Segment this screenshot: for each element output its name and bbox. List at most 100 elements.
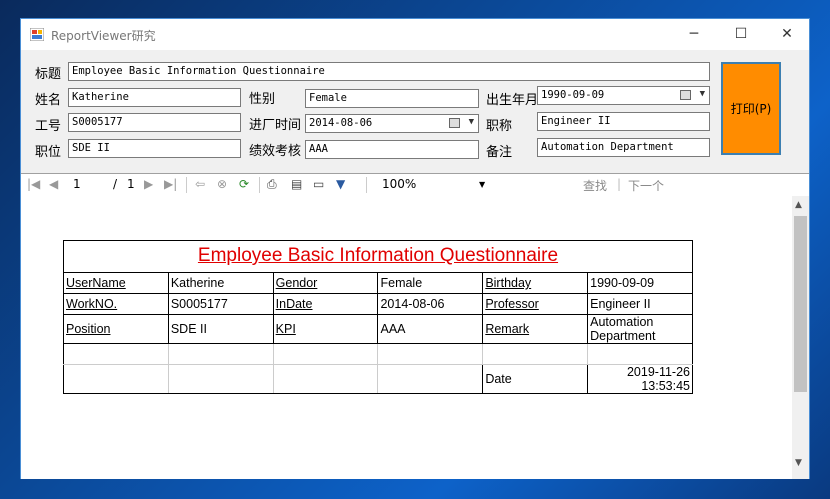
indate-date-value: 2014-08-06 (309, 117, 373, 129)
refresh-icon[interactable]: ⟳ (239, 177, 249, 191)
table-cell: 1990-09-09 (587, 272, 693, 294)
maximize-button[interactable]: ☐ (718, 19, 764, 50)
close-button[interactable]: ✕ (764, 19, 810, 50)
table-cell: Engineer II (587, 293, 693, 315)
table-row (63, 343, 693, 365)
table-cell: Gendor (272, 272, 379, 294)
date-value: 2019-11-26 13:53:45 (587, 364, 693, 394)
date-label: Date (482, 364, 589, 394)
title-input[interactable]: Employee Basic Information Questionnaire (68, 62, 710, 81)
zoom-dropdown-icon[interactable]: ▼ (479, 180, 485, 189)
chevron-down-icon[interactable]: ▼ (700, 89, 705, 99)
first-page-icon[interactable]: |◀ (27, 177, 40, 191)
export-icon[interactable]: ▼ (336, 177, 345, 191)
table-cell: Professor (482, 293, 589, 315)
name-label: 姓名 (35, 93, 62, 108)
app-icon (30, 28, 44, 41)
scroll-up-icon[interactable]: ▲ (795, 200, 802, 210)
indate-date-picker[interactable]: 2014-08-06 ▼ (305, 114, 479, 133)
find-link[interactable]: 查找 (583, 177, 607, 194)
table-cell (63, 364, 169, 394)
report-toolbar: |◀ ◀ 1 / 1 ▶ ▶| ⇦ ⊗ ⟳ ⎙ ▤ ▭ ▼ 100% ▼ 查找 … (21, 174, 809, 196)
scroll-thumb[interactable] (794, 216, 807, 392)
zoom-select[interactable]: 100% (382, 177, 416, 191)
vertical-scrollbar[interactable]: ▲ ▼ (792, 196, 809, 479)
scroll-down-icon[interactable]: ▼ (795, 458, 802, 468)
table-cell (377, 343, 484, 365)
last-page-icon[interactable]: ▶| (164, 177, 177, 191)
table-cell: 2014-08-06 (377, 293, 484, 315)
previous-page-icon[interactable]: ◀ (49, 177, 58, 191)
report-viewer: |◀ ◀ 1 / 1 ▶ ▶| ⇦ ⊗ ⟳ ⎙ ▤ ▭ ▼ 100% ▼ 查找 … (21, 173, 809, 479)
birth-date-value: 1990-09-09 (541, 89, 605, 101)
page-separator: / (113, 177, 118, 191)
next-page-icon[interactable]: ▶ (144, 177, 153, 191)
table-cell (272, 364, 379, 394)
table-cell: Katherine (167, 272, 274, 294)
report-caption: Employee Basic Information Questionnaire (63, 240, 693, 272)
report-page: Employee Basic Information Questionnaire… (63, 240, 693, 394)
app-window: ReportViewer研究 ─ ☐ ✕ 标题 Employee Basic I… (20, 18, 810, 479)
remark-label: 备注 (486, 145, 513, 160)
table-cell (482, 343, 589, 365)
table-cell: Automation Department (587, 314, 693, 344)
back-icon[interactable]: ⇦ (195, 177, 205, 191)
table-cell (167, 343, 274, 365)
print-button[interactable]: 打印(P) (721, 62, 781, 155)
id-input[interactable]: S0005177 (68, 113, 241, 132)
print-layout-icon[interactable]: ▤ (291, 177, 302, 191)
table-row: UserName Katherine Gendor Female Birthda… (63, 272, 693, 294)
professor-input[interactable]: Engineer II (537, 112, 710, 131)
professor-label: 职称 (486, 119, 513, 134)
print-icon[interactable]: ⎙ (267, 177, 277, 192)
stop-icon[interactable]: ⊗ (217, 177, 227, 191)
kpi-label: 绩效考核 (249, 144, 302, 159)
table-cell (272, 343, 379, 365)
gender-input[interactable]: Female (305, 89, 479, 108)
remark-input[interactable]: Automation Department (537, 138, 710, 157)
total-pages: 1 (127, 177, 135, 191)
table-cell (63, 343, 169, 365)
toolbar-divider (259, 177, 260, 193)
table-cell: Remark (482, 314, 589, 344)
title-label: 标题 (35, 67, 62, 82)
toolbar-divider (366, 177, 367, 193)
table-cell: InDate (272, 293, 379, 315)
position-input[interactable]: SDE II (68, 139, 241, 158)
page-setup-icon[interactable]: ▭ (313, 177, 324, 191)
name-input[interactable]: Katherine (68, 88, 241, 107)
table-cell: Birthday (482, 272, 589, 294)
chevron-down-icon[interactable]: ▼ (469, 117, 474, 127)
table-cell: KPI (272, 314, 379, 344)
table-row: WorkNO. S0005177 InDate 2014-08-06 Profe… (63, 293, 693, 315)
toolbar-divider (186, 177, 187, 193)
find-separator: | (617, 177, 622, 191)
table-cell: S0005177 (167, 293, 274, 315)
table-cell: Position (63, 314, 169, 344)
table-cell: WorkNO. (63, 293, 169, 315)
minimize-button[interactable]: ─ (671, 19, 717, 50)
table-cell: UserName (63, 272, 169, 294)
table-cell: AAA (377, 314, 484, 344)
window-title: ReportViewer研究 (51, 29, 156, 43)
gender-label: 性别 (249, 92, 276, 107)
indate-label: 进厂时间 (249, 118, 302, 133)
birth-label: 出生年月 (486, 93, 539, 108)
find-next-link[interactable]: 下一个 (628, 177, 664, 194)
id-label: 工号 (35, 119, 62, 134)
table-cell (167, 364, 274, 394)
kpi-input[interactable]: AAA (305, 140, 479, 159)
table-cell (587, 343, 693, 365)
table-cell: SDE II (167, 314, 274, 344)
calendar-icon[interactable] (680, 90, 691, 100)
current-page-input[interactable]: 1 (73, 177, 81, 191)
calendar-icon[interactable] (449, 118, 460, 128)
table-row: Date 2019-11-26 13:53:45 (63, 364, 693, 394)
table-cell (377, 364, 484, 394)
table-row: Position SDE II KPI AAA Remark Automatio… (63, 314, 693, 344)
position-label: 职位 (35, 145, 62, 160)
report-table: UserName Katherine Gendor Female Birthda… (63, 272, 693, 394)
table-cell: Female (377, 272, 484, 294)
birth-date-picker[interactable]: 1990-09-09 ▼ (537, 86, 710, 105)
title-bar[interactable]: ReportViewer研究 ─ ☐ ✕ (21, 19, 809, 50)
